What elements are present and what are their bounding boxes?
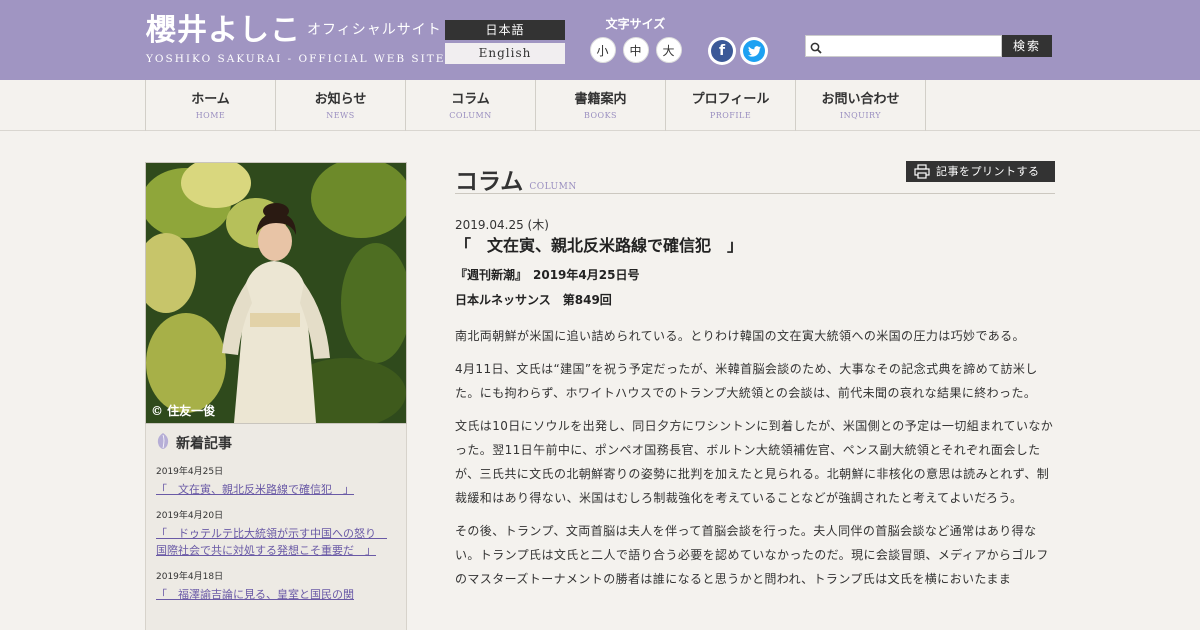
nav-item-home[interactable]: ホーム HOME <box>146 80 276 131</box>
post-paragraph: 南北両朝鮮が米国に追い詰められている。とりわけ韓国の文在寅大統領への米国の圧力は… <box>455 329 1025 343</box>
post-paragraph: 文氏は10日にソウルを出発し、同日夕方にワシントンに到着したが、米国側との予定は… <box>455 419 1054 505</box>
page-title-text: コラム <box>455 168 524 195</box>
search-field <box>805 35 1002 57</box>
nav-label-en: HOME <box>195 111 226 120</box>
article-date: 2019年4月20日 <box>156 511 224 521</box>
language-switcher: 日本語 English <box>445 20 565 64</box>
nav-item-inquiry[interactable]: お問い合わせ INQUIRY <box>796 80 926 131</box>
article-date: 2019年4月18日 <box>156 572 224 582</box>
logo-name: 櫻井よしこ <box>146 13 301 48</box>
site-logo[interactable]: 櫻井よしこ オフィシャルサイト YOSHIKO SAKURAI - OFFICIA… <box>146 12 445 65</box>
article-date: 2019年4月25日 <box>156 467 224 477</box>
nav-label-en: BOOKS <box>583 111 618 120</box>
nav-label-en: INQUIRY <box>839 111 882 120</box>
nav-label-en: COLUMN <box>449 111 492 120</box>
nav-label: ホーム <box>191 92 230 107</box>
post-date: 2019.04.25 (木) <box>455 218 549 232</box>
list-item: 2019年4月20日 「 ドゥテルテ比大統領が示す中国への怒り 国際社会で共に対… <box>156 510 396 559</box>
font-size-label: 文字サイズ <box>605 17 666 31</box>
main-content: コラム COLUMN 記事をプリントする 2019.04.25 (木) 「 文在寅… <box>455 156 1055 600</box>
twitter-button[interactable] <box>740 37 768 65</box>
font-size-large-button[interactable]: 大 <box>655 37 682 63</box>
nav-label: お知らせ <box>314 92 367 107</box>
nav-label-en: PROFILE <box>709 111 752 120</box>
leaf-icon <box>156 432 170 454</box>
article-link[interactable]: 「 文在寅、親北反米路線で確信犯 」 <box>156 481 396 498</box>
twitter-icon <box>743 40 765 62</box>
article-link[interactable]: 「 ドゥテルテ比大統領が示す中国への怒り 国際社会で共に対処する発想こそ重要だ … <box>156 525 396 559</box>
font-size-small-button[interactable]: 小 <box>589 37 616 63</box>
font-size-control: 文字サイズ 小 中 大 <box>588 16 683 63</box>
facebook-icon: f <box>711 40 733 62</box>
logo-title: 櫻井よしこ オフィシャルサイト <box>146 12 445 49</box>
font-size-medium-button[interactable]: 中 <box>622 37 649 63</box>
print-article-button[interactable]: 記事をプリントする <box>906 161 1055 182</box>
page-title: コラム COLUMN <box>455 162 577 196</box>
lang-japanese-button[interactable]: 日本語 <box>445 20 565 40</box>
nav-label: コラム <box>451 92 490 107</box>
page-title-en: COLUMN <box>529 182 577 192</box>
nav-item-books[interactable]: 書籍案内 BOOKS <box>536 80 666 131</box>
post-paragraph: 4月11日、文氏は“建国”を祝う予定だったが、米韓首脳会談のため、大事なその記念… <box>455 362 1038 400</box>
nav-item-news[interactable]: お知らせ NEWS <box>276 80 406 131</box>
list-item: 2019年4月25日 「 文在寅、親北反米路線で確信犯 」 <box>156 466 396 498</box>
site-search: 検索 <box>805 35 1052 57</box>
section-header: コラム COLUMN 記事をプリントする <box>455 156 1055 196</box>
latest-articles-title: 新着記事 <box>176 436 232 452</box>
sidebar: © 住友一俊 新着記事 2019年4月25日 「 文在寅、親北反米路線で確信犯 … <box>145 162 407 630</box>
logo-subtitle: オフィシャルサイト <box>307 22 442 38</box>
nav-item-column[interactable]: コラム COLUMN <box>406 80 536 131</box>
post-body: 南北両朝鮮が米国に追い詰められている。とりわけ韓国の文在寅大統領への米国の圧力は… <box>455 324 1055 591</box>
nav-label: 書籍案内 <box>574 92 627 107</box>
printer-icon <box>914 164 930 186</box>
facebook-button[interactable]: f <box>708 37 736 65</box>
print-article-label: 記事をプリントする <box>936 165 1040 178</box>
search-input[interactable] <box>806 37 1001 57</box>
article-link[interactable]: 「 福澤諭吉論に見る、皇室と国民の関 <box>156 586 396 603</box>
photo-credit: © 住友一俊 <box>151 404 216 418</box>
nav-label: プロフィール <box>691 92 770 107</box>
lang-english-button[interactable]: English <box>445 43 565 64</box>
profile-photo-image <box>146 163 406 423</box>
nav-label-en: NEWS <box>326 111 355 120</box>
search-button[interactable]: 検索 <box>1002 35 1052 57</box>
site-header: 櫻井よしこ オフィシャルサイト YOSHIKO SAKURAI - OFFICIA… <box>0 0 1200 80</box>
post-publication: 『週刊新潮』 2019年4月25日号 <box>455 268 640 282</box>
search-icon <box>810 39 822 58</box>
nav-label: お問い合わせ <box>821 92 900 107</box>
latest-articles-heading: 新着記事 <box>156 432 396 454</box>
logo-english: YOSHIKO SAKURAI - OFFICIAL WEB SITE <box>146 53 446 65</box>
list-item: 2019年4月18日 「 福澤諭吉論に見る、皇室と国民の関 <box>156 571 396 603</box>
post-paragraph: その後、トランプ、文両首脳は夫人を伴って首脳会談を行った。夫人同伴の首脳会談など… <box>455 524 1049 586</box>
global-nav: ホーム HOME お知らせ NEWS コラム COLUMN 書籍案内 BOOKS… <box>0 80 1200 131</box>
post-series: 日本ルネッサンス 第849回 <box>455 293 612 307</box>
nav-item-profile[interactable]: プロフィール PROFILE <box>666 80 796 131</box>
social-links: f <box>708 37 768 65</box>
profile-photo: © 住友一俊 <box>145 162 407 424</box>
latest-articles-box: 新着記事 2019年4月25日 「 文在寅、親北反米路線で確信犯 」 2019年… <box>145 424 407 630</box>
post-title: 「 文在寅、親北反米路線で確信犯 」 <box>455 236 744 255</box>
